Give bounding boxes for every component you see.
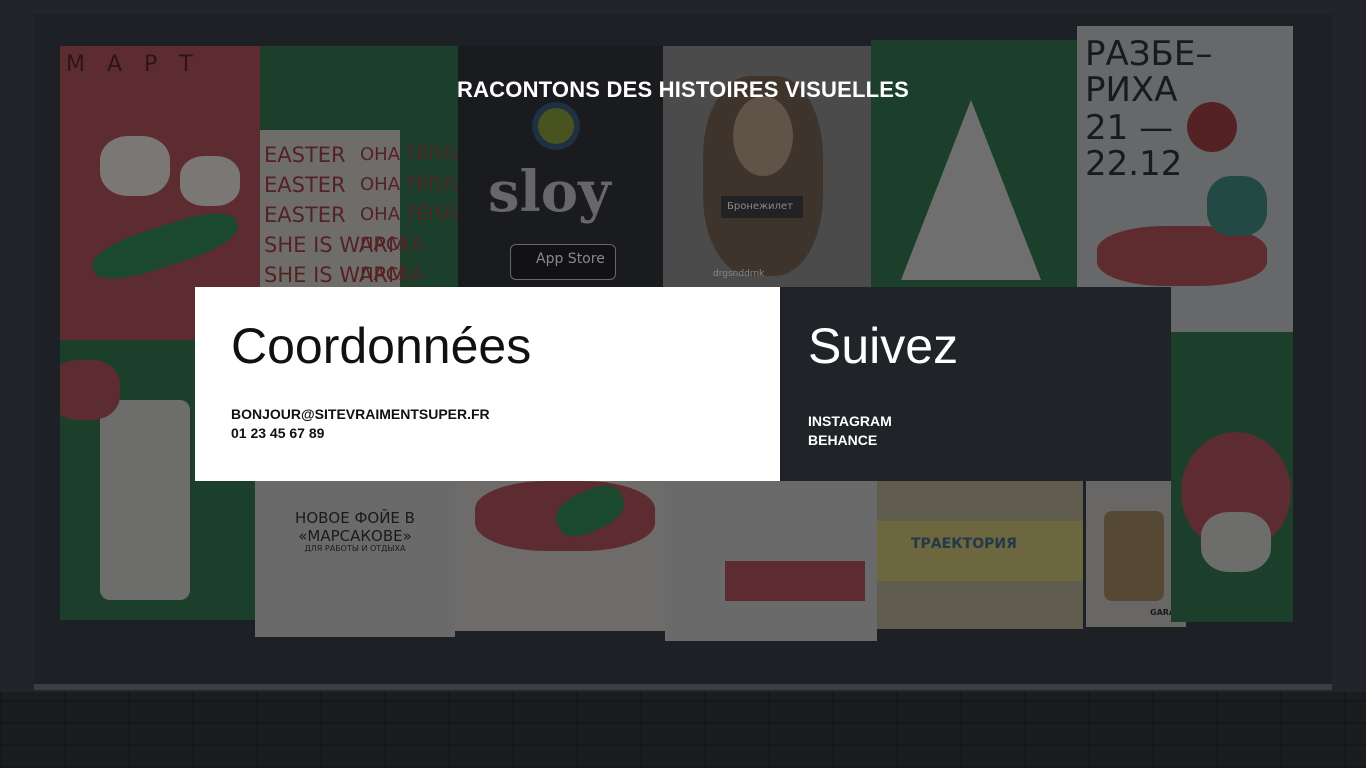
contact-email-link[interactable]: BONJOUR@SITEVRAIMENTSUPER.FR (231, 405, 744, 424)
contact-details: BONJOUR@SITEVRAIMENTSUPER.FR 01 23 45 67… (231, 405, 744, 443)
hero-headline: RACONTONS DES HISTOIRES VISUELLES (457, 77, 909, 102)
contact-title: Coordonnées (231, 318, 532, 374)
instagram-link[interactable]: INSTAGRAM (808, 412, 1143, 431)
page: МАРТ EASTER EASTER EASTER SHE IS WARM SHE IS… (0, 0, 1366, 768)
follow-title: Suivez (808, 318, 959, 374)
behance-link[interactable]: BEHANCE (808, 431, 1143, 450)
follow-card: Suivez INSTAGRAM BEHANCE (780, 287, 1171, 481)
contact-card: Coordonnées BONJOUR@SITEVRAIMENTSUPER.FR… (195, 287, 780, 481)
contact-phone-link[interactable]: 01 23 45 67 89 (231, 424, 744, 443)
social-links: INSTAGRAM BEHANCE (808, 412, 1143, 450)
